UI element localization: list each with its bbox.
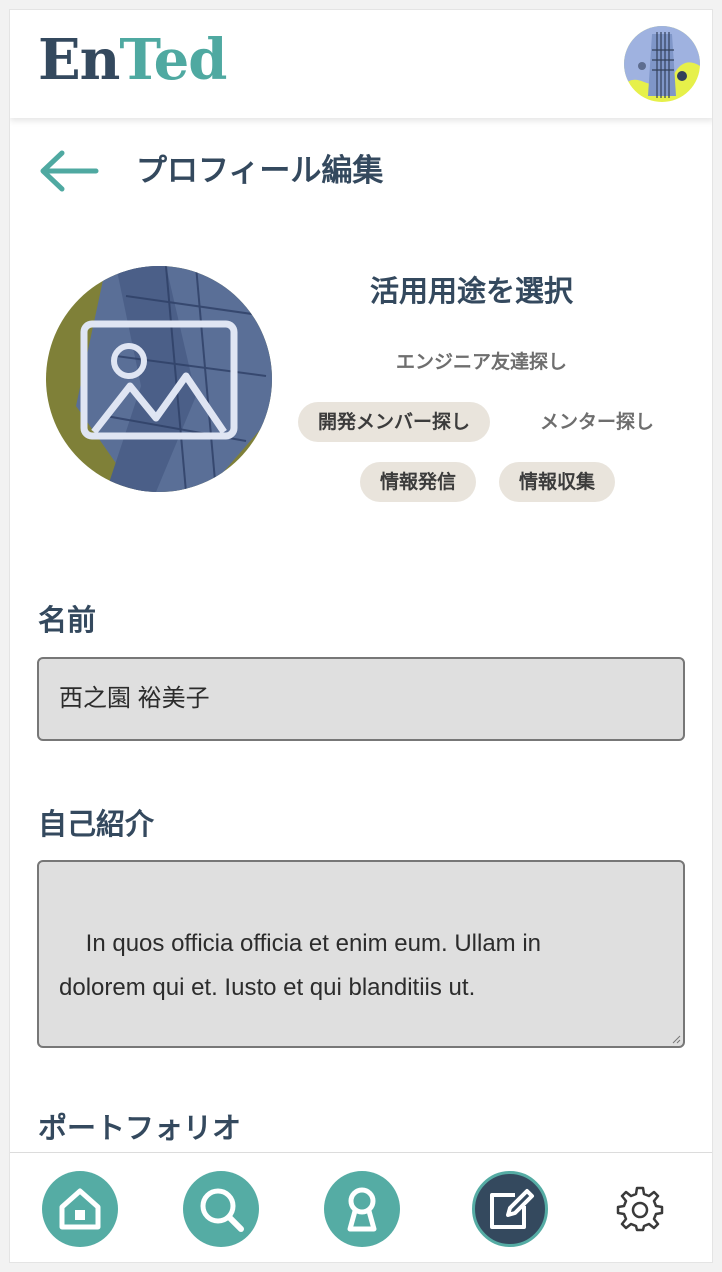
name-input[interactable]: 西之園 裕美子 <box>37 657 685 741</box>
app-frame: EnTed プロフィール編集 活用用途を選択 エンジニア友達探し 開発メンバー探… <box>9 9 713 1263</box>
purpose-tag-mentor[interactable]: メンター探し <box>520 402 674 442</box>
portfolio-label: ポートフォリオ <box>38 1111 242 1145</box>
logo-text-ted: Ted <box>119 27 227 93</box>
image-placeholder-icon <box>46 266 272 492</box>
name-label: 名前 <box>38 603 97 637</box>
purpose-tag-dev-members[interactable]: 開発メンバー探し <box>298 402 491 442</box>
page-title: プロフィール編集 <box>136 153 384 189</box>
nav-mentor-button[interactable] <box>324 1171 400 1247</box>
nav-search-button[interactable] <box>183 1171 259 1247</box>
purpose-title: 活用用途を選択 <box>370 274 574 308</box>
search-icon <box>200 1188 244 1232</box>
nav-edit-button[interactable] <box>472 1171 548 1247</box>
back-button[interactable] <box>38 150 100 192</box>
gear-icon <box>616 1186 664 1232</box>
logo-text-en: En <box>38 27 120 93</box>
mentor-icon <box>347 1187 377 1232</box>
home-icon <box>59 1188 101 1230</box>
bio-label: 自己紹介 <box>38 807 155 841</box>
purpose-tag-info-gathering[interactable]: 情報収集 <box>499 462 616 502</box>
bottom-nav <box>10 1152 712 1262</box>
guitar-avatar-icon <box>624 26 700 102</box>
purpose-tag-engineer-friends[interactable]: エンジニア友達探し <box>376 342 587 382</box>
edit-icon <box>490 1189 534 1229</box>
user-avatar[interactable] <box>624 26 700 102</box>
nav-settings-button[interactable] <box>616 1185 664 1233</box>
arrow-left-icon <box>40 150 99 192</box>
bio-text: In quos officia officia et enim eum. Ull… <box>59 930 542 1001</box>
resize-grip-icon[interactable] <box>671 1034 681 1044</box>
bio-textarea[interactable]: In quos officia officia et enim eum. Ull… <box>37 860 685 1048</box>
app-logo[interactable]: EnTed <box>38 32 227 88</box>
nav-home-button[interactable] <box>42 1171 118 1247</box>
profile-image-upload[interactable] <box>46 266 272 492</box>
app-header: EnTed <box>10 10 712 118</box>
purpose-tag-info-sharing[interactable]: 情報発信 <box>360 462 477 502</box>
